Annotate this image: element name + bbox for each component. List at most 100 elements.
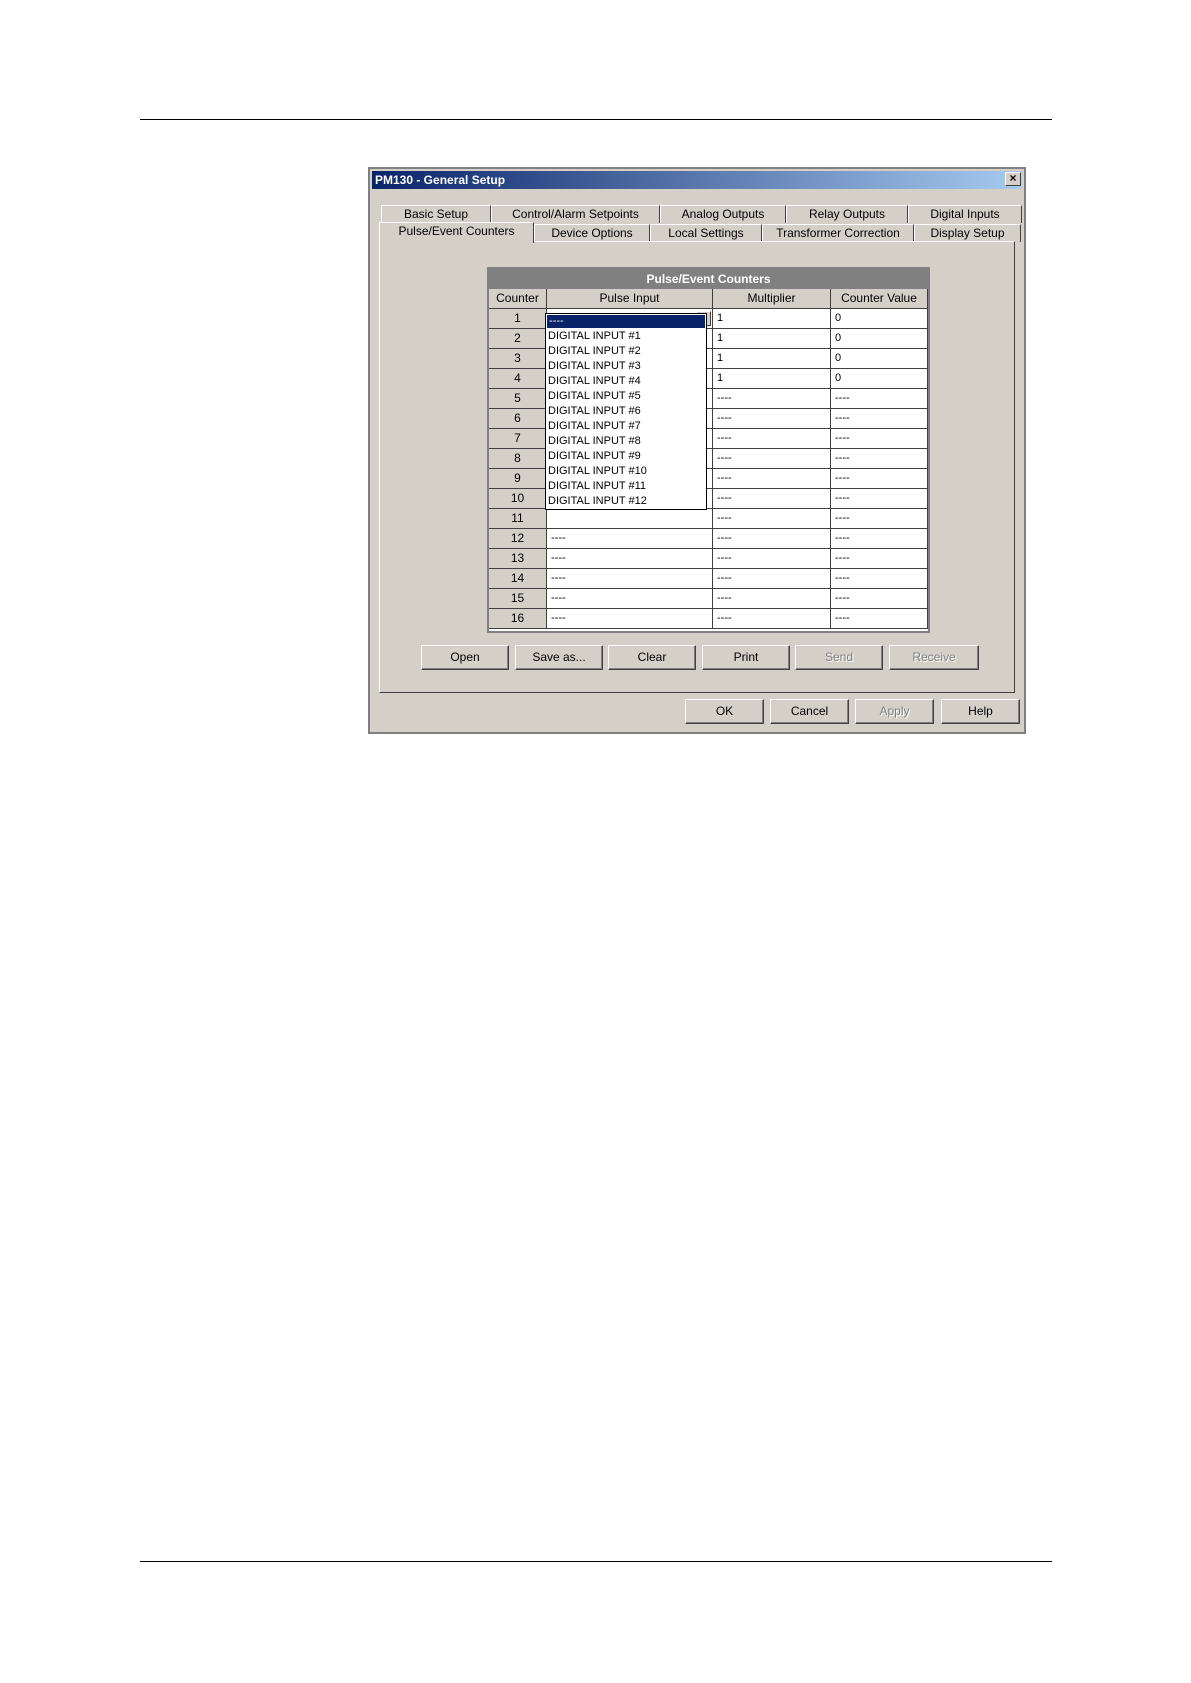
column-header-counter-value: Counter Value [831,289,928,309]
page-bottom-rule [140,1561,1052,1562]
pulse-input-cell[interactable]: ---- [547,549,713,569]
grid-title: Pulse/Event Counters [489,269,928,289]
counter-value-cell[interactable]: ---- [831,489,928,509]
tab-digital-inputs[interactable]: Digital Inputs [908,205,1022,223]
multiplier-cell[interactable]: ---- [713,609,831,629]
multiplier-cell[interactable]: ---- [713,509,831,529]
close-icon[interactable]: × [1005,172,1021,186]
open-button[interactable]: Open [421,645,509,670]
pulse-input-cell[interactable] [547,509,713,529]
dropdown-option[interactable]: DIGITAL INPUT #3 [546,359,706,374]
general-setup-dialog: PM130 - General Setup × Basic Setup Cont… [368,167,1026,734]
dropdown-option[interactable]: ---- [547,315,705,328]
counter-value-cell[interactable]: ---- [831,409,928,429]
tab-display-setup[interactable]: Display Setup [914,224,1021,242]
multiplier-cell[interactable]: ---- [713,489,831,509]
clear-button[interactable]: Clear [608,645,696,670]
tab-analog-outputs[interactable]: Analog Outputs [660,205,786,223]
dropdown-option[interactable]: DIGITAL INPUT #7 [546,419,706,434]
multiplier-cell[interactable]: ---- [713,529,831,549]
dropdown-option[interactable]: DIGITAL INPUT #10 [546,464,706,479]
counter-number-cell: 1 [489,309,547,329]
counter-value-cell[interactable]: ---- [831,589,928,609]
counter-number-cell: 8 [489,449,547,469]
tab-transformer-correction[interactable]: Transformer Correction [762,224,914,242]
table-row: 13 ---- ---- ---- [489,549,928,569]
counter-number-cell: 9 [489,469,547,489]
counter-value-cell[interactable]: ---- [831,509,928,529]
counter-value-cell[interactable]: 0 [831,329,928,349]
apply-button[interactable]: Apply [855,699,934,724]
multiplier-cell[interactable]: ---- [713,569,831,589]
tab-device-options[interactable]: Device Options [534,224,650,242]
table-row: 11 ---- ---- [489,509,928,529]
table-row: 15 ---- ---- ---- [489,589,928,609]
help-button[interactable]: Help [941,699,1020,724]
column-header-counter: Counter [489,289,547,309]
pulse-input-dropdown-list[interactable]: ---- DIGITAL INPUT #1 DIGITAL INPUT #2 DIGI… [545,313,707,510]
receive-button[interactable]: Receive [889,645,979,670]
ok-button[interactable]: OK [685,699,764,724]
dropdown-option[interactable]: DIGITAL INPUT #5 [546,389,706,404]
dialog-titlebar[interactable]: PM130 - General Setup [372,171,1022,189]
dropdown-option[interactable]: DIGITAL INPUT #6 [546,404,706,419]
tab-panel-pulse-event-counters: Pulse/Event Counters Counter Pulse Input… [379,241,1015,693]
counter-number-cell: 10 [489,489,547,509]
counter-number-cell: 15 [489,589,547,609]
counter-number-cell: 11 [489,509,547,529]
multiplier-cell[interactable]: 1 [713,309,831,329]
counter-value-cell[interactable]: 0 [831,349,928,369]
multiplier-cell[interactable]: ---- [713,389,831,409]
cancel-button[interactable]: Cancel [770,699,849,724]
multiplier-cell[interactable]: 1 [713,369,831,389]
table-row: 12 ---- ---- ---- [489,529,928,549]
pulse-input-cell[interactable]: ---- [547,609,713,629]
multiplier-cell[interactable]: ---- [713,409,831,429]
counter-value-cell[interactable]: ---- [831,469,928,489]
multiplier-cell[interactable]: 1 [713,329,831,349]
counter-number-cell: 12 [489,529,547,549]
save-as-button[interactable]: Save as... [515,645,603,670]
counter-value-cell[interactable]: ---- [831,429,928,449]
dropdown-option[interactable]: DIGITAL INPUT #2 [546,344,706,359]
counter-number-cell: 13 [489,549,547,569]
print-button[interactable]: Print [702,645,790,670]
counter-number-cell: 4 [489,369,547,389]
multiplier-cell[interactable]: 1 [713,349,831,369]
dropdown-option[interactable]: DIGITAL INPUT #11 [546,479,706,494]
counter-value-cell[interactable]: 0 [831,309,928,329]
counter-value-cell[interactable]: ---- [831,529,928,549]
multiplier-cell[interactable]: ---- [713,549,831,569]
pulse-input-cell[interactable]: ---- [547,529,713,549]
column-header-pulse-input: Pulse Input [547,289,713,309]
counter-number-cell: 6 [489,409,547,429]
counter-number-cell: 7 [489,429,547,449]
counter-value-cell[interactable]: ---- [831,549,928,569]
counter-number-cell: 3 [489,349,547,369]
tab-control-alarm-setpoints[interactable]: Control/Alarm Setpoints [491,205,660,223]
dropdown-option[interactable]: DIGITAL INPUT #1 [546,329,706,344]
counter-number-cell: 5 [489,389,547,409]
pulse-input-cell[interactable]: ---- [547,589,713,609]
counter-value-cell[interactable]: ---- [831,609,928,629]
dropdown-option[interactable]: DIGITAL INPUT #8 [546,434,706,449]
multiplier-cell[interactable]: ---- [713,589,831,609]
counter-value-cell[interactable]: 0 [831,369,928,389]
tab-pulse-event-counters[interactable]: Pulse/Event Counters [379,222,534,243]
pulse-input-cell[interactable]: ---- [547,569,713,589]
tab-relay-outputs[interactable]: Relay Outputs [786,205,908,223]
counter-value-cell[interactable]: ---- [831,389,928,409]
multiplier-cell[interactable]: ---- [713,449,831,469]
dropdown-option[interactable]: DIGITAL INPUT #4 [546,374,706,389]
tab-local-settings[interactable]: Local Settings [650,224,762,242]
tab-basic-setup[interactable]: Basic Setup [381,205,491,223]
counter-number-cell: 2 [489,329,547,349]
counter-value-cell[interactable]: ---- [831,569,928,589]
send-button[interactable]: Send [795,645,883,670]
dropdown-option[interactable]: DIGITAL INPUT #9 [546,449,706,464]
multiplier-cell[interactable]: ---- [713,469,831,489]
dropdown-option[interactable]: DIGITAL INPUT #12 [546,494,706,509]
table-row: 14 ---- ---- ---- [489,569,928,589]
counter-value-cell[interactable]: ---- [831,449,928,469]
multiplier-cell[interactable]: ---- [713,429,831,449]
